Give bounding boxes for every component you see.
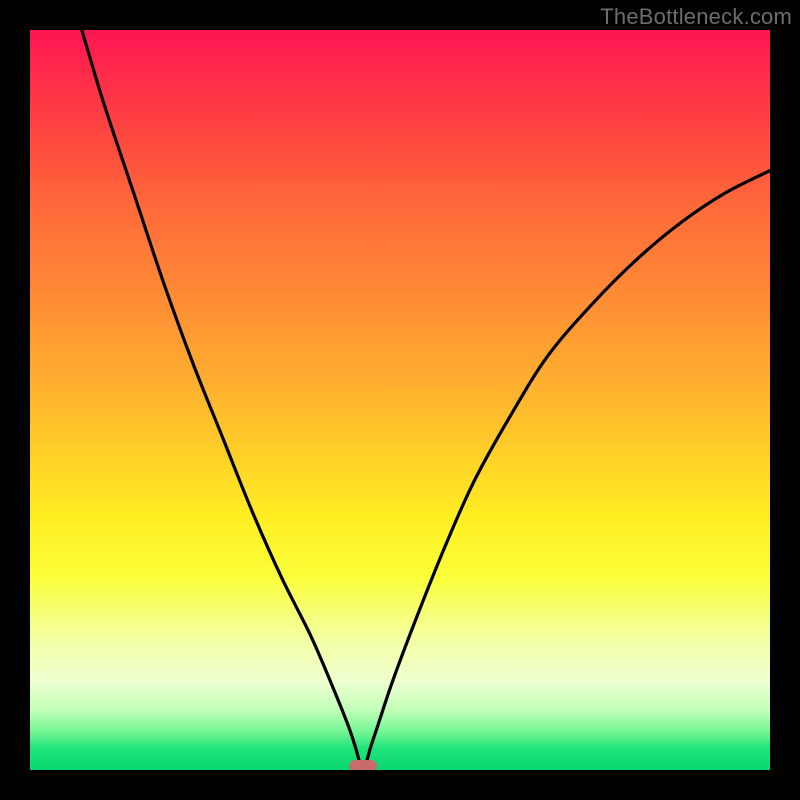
minimum-marker: [349, 760, 377, 770]
chart-frame: TheBottleneck.com: [0, 0, 800, 800]
plot-area: [30, 30, 770, 770]
watermark-text: TheBottleneck.com: [600, 4, 792, 30]
bottleneck-curve: [30, 30, 770, 770]
